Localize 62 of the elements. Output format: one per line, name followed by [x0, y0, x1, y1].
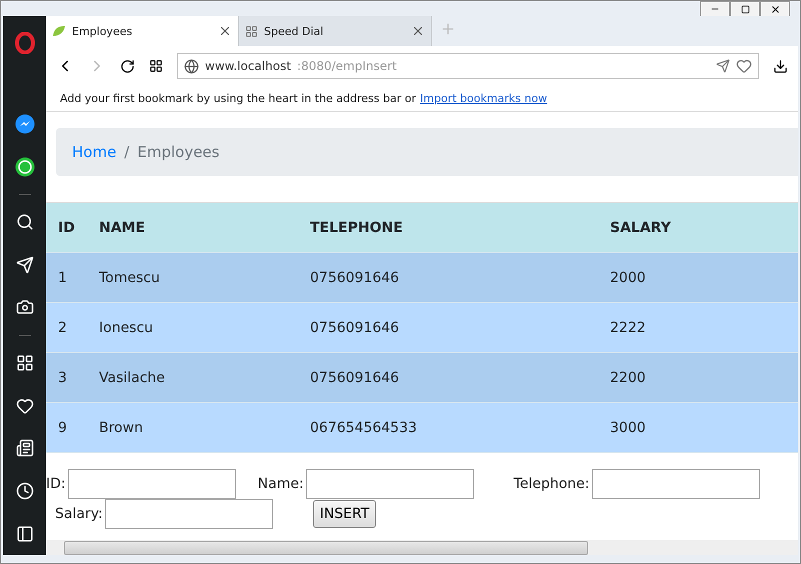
- breadcrumb-item: Employees: [137, 143, 220, 161]
- column-header: SALARY: [609, 218, 672, 238]
- table-cell-text: 0756091646: [309, 368, 400, 388]
- news-icon[interactable]: [16, 439, 34, 458]
- browser-tab[interactable]: Speed Dial: [239, 16, 432, 46]
- url-host: www.localhost: [205, 59, 292, 73]
- table-cell-text: 2000: [609, 268, 647, 288]
- input-field[interactable]: [592, 469, 760, 499]
- field-label: ID:: [46, 476, 66, 492]
- table-cell-text: Brown: [98, 418, 144, 438]
- table-cell-text: 1: [57, 268, 68, 288]
- table-cell-text: 067654564533: [309, 418, 418, 438]
- leaf-icon: [52, 25, 66, 37]
- table-cell-text: Tomescu: [98, 268, 161, 288]
- table-cell-text: Vasilache: [98, 368, 166, 388]
- field-label: Salary:: [55, 506, 103, 522]
- close-button[interactable]: [760, 1, 790, 17]
- field-label: Name:: [258, 476, 304, 492]
- table-cell-text: 9: [57, 418, 68, 438]
- scrollbar-thumb[interactable]: [64, 540, 588, 554]
- input-field[interactable]: [306, 469, 474, 499]
- browser-tab[interactable]: Employees: [46, 16, 239, 46]
- import-bookmarks-link[interactable]: Import bookmarks now: [420, 92, 548, 105]
- table-cell-text: 2: [57, 318, 68, 338]
- input-field[interactable]: [104, 499, 273, 529]
- close-icon[interactable]: [411, 24, 425, 38]
- sidebar-toggle-icon[interactable]: [16, 524, 34, 543]
- grid-icon: [245, 24, 258, 38]
- column-header: TELEPHONE: [309, 218, 404, 238]
- search-icon[interactable]: [16, 213, 34, 232]
- maximize-icon: [740, 4, 750, 14]
- field-label: Telephone:: [514, 476, 590, 492]
- opera-logo-icon[interactable]: [14, 32, 34, 54]
- grid-icon[interactable]: [16, 354, 34, 372]
- table-cell-text: Ionescu: [98, 318, 154, 338]
- bookmark-hint: Add your first bookmark by using the heart in the address bar or: [60, 92, 416, 105]
- close-icon: [770, 4, 780, 14]
- input-field[interactable]: [68, 469, 236, 499]
- column-header: NAME: [98, 218, 146, 238]
- table-cell-text: 2200: [609, 368, 647, 388]
- tab-title: Employees: [72, 24, 134, 38]
- breadcrumb-separator: /: [124, 143, 130, 161]
- messenger-icon[interactable]: [14, 114, 34, 134]
- url-path: :8080/empInsert: [297, 59, 398, 73]
- table-cell-text: 0756091646: [309, 268, 400, 288]
- globe-icon: [184, 58, 199, 74]
- horizontal-scrollbar[interactable]: [46, 540, 798, 555]
- tab-title: Speed Dial: [264, 24, 324, 38]
- grid-icon[interactable]: [149, 59, 163, 73]
- table-cell-text: 0756091646: [309, 318, 400, 338]
- camera-icon[interactable]: [16, 298, 34, 316]
- column-header: ID: [57, 218, 76, 238]
- table-cell-text: 2222: [609, 318, 647, 338]
- reload-icon[interactable]: [120, 58, 135, 74]
- table-cell-text: 3: [57, 368, 68, 388]
- heart-icon[interactable]: [16, 396, 34, 415]
- download-icon[interactable]: [773, 58, 788, 74]
- clock-icon[interactable]: [16, 482, 34, 500]
- table-cell-text: 3000: [609, 418, 647, 438]
- maximize-button[interactable]: [730, 1, 760, 17]
- insert-button[interactable]: INSERT: [312, 500, 376, 528]
- close-icon[interactable]: [218, 24, 232, 38]
